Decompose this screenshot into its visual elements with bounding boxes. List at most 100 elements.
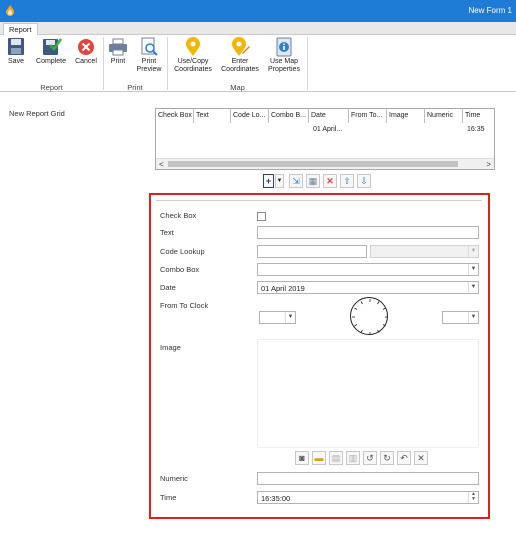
chevron-down-icon: ▼: [285, 312, 295, 323]
move-down-button[interactable]: ⇩: [357, 174, 371, 188]
scroll-left-icon[interactable]: <: [159, 160, 164, 169]
grid-column-header[interactable]: Text: [194, 109, 231, 123]
complete-label: Complete: [36, 58, 66, 65]
time-label: Time: [160, 493, 177, 502]
print-preview-button[interactable]: Print Preview: [134, 37, 164, 74]
check-box-input[interactable]: [257, 212, 266, 221]
panel-divider: [156, 200, 482, 201]
enter-coordinates-label-1: Enter: [231, 58, 249, 65]
to-time-select[interactable]: ▼: [442, 311, 479, 324]
grid-column-header[interactable]: Code Lo...: [231, 109, 269, 123]
grid-column-header[interactable]: Combo B...: [269, 109, 309, 123]
scroll-right-icon[interactable]: >: [486, 160, 491, 169]
grid-cell-time[interactable]: 16:35: [467, 126, 485, 133]
print-button[interactable]: Print: [106, 37, 130, 66]
camera-icon: ◙: [299, 453, 305, 463]
scrollbar-thumb[interactable]: [168, 161, 458, 167]
copy-image-button[interactable]: ▤: [329, 451, 343, 465]
cancel-icon: [78, 39, 94, 55]
pin-icon: [186, 37, 200, 56]
report-grid[interactable]: Check Box Text Code Lo... Combo B... Dat…: [155, 108, 495, 170]
rotate-right-button[interactable]: ↻: [380, 451, 394, 465]
close-icon: ✕: [417, 453, 425, 463]
grid-view-button[interactable]: ▦: [306, 174, 320, 188]
table-icon: ▦: [308, 176, 318, 186]
text-label: Text: [160, 228, 174, 237]
check-box-label: Check Box: [160, 211, 197, 220]
add-row-button[interactable]: +: [263, 174, 274, 188]
save-button[interactable]: Save: [4, 37, 28, 66]
image-label: Image: [160, 343, 181, 352]
time-input[interactable]: 16:35:00 ▲ ▼: [257, 491, 479, 504]
rotate-left-icon: ↺: [366, 453, 374, 463]
cancel-button[interactable]: Cancel: [73, 37, 99, 66]
import-button[interactable]: ⇲: [289, 174, 303, 188]
grid-column-header[interactable]: Date: [309, 109, 349, 123]
map-properties-label-2: Properties: [268, 66, 300, 73]
cancel-label: Cancel: [75, 58, 97, 65]
grid-column-header[interactable]: From To...: [349, 109, 387, 123]
group-label-print: Print: [127, 83, 143, 92]
enter-coordinates-label-2: Coordinates: [221, 66, 259, 73]
numeric-label: Numeric: [160, 474, 188, 483]
complete-button[interactable]: Complete: [34, 37, 68, 66]
use-copy-label-2: Coordinates: [174, 66, 212, 73]
delete-row-button[interactable]: ✕: [323, 174, 337, 188]
grid-column-header[interactable]: Numeric: [425, 109, 463, 123]
time-value: 16:35:00: [261, 494, 291, 503]
clear-image-button[interactable]: ✕: [414, 451, 428, 465]
spin-icon[interactable]: ▲ ▼: [468, 492, 478, 503]
chevron-down-icon: ▼: [276, 178, 283, 184]
combo-box-select[interactable]: ▼: [257, 263, 479, 276]
grid-column-header[interactable]: Check Box: [156, 109, 194, 123]
grid-cell-date[interactable]: 01 April...: [313, 126, 342, 133]
clock-icon: [352, 299, 388, 335]
from-time-select[interactable]: ▼: [259, 311, 296, 324]
title-bar: New Form 1: [0, 0, 516, 22]
map-properties-label-1: Use Map: [269, 58, 298, 65]
use-map-properties-button[interactable]: Use Map Properties: [264, 37, 304, 74]
row-detail-panel: Check Box Text Code Lookup ▼ Combo Box ▼…: [149, 193, 490, 519]
chevron-down-icon: ▼: [468, 282, 478, 293]
enter-coordinates-button[interactable]: Enter Coordinates: [218, 37, 262, 74]
move-up-button[interactable]: ⇧: [340, 174, 354, 188]
date-picker[interactable]: 01 April 2019 ▼: [257, 281, 479, 294]
clock-face[interactable]: [350, 297, 388, 335]
grid-column-header[interactable]: Image: [387, 109, 425, 123]
folder-icon: ▬: [314, 453, 324, 463]
text-input[interactable]: [257, 226, 479, 239]
grid-column-header[interactable]: Time: [463, 109, 494, 123]
use-copy-coordinates-button[interactable]: Use/Copy Coordinates: [171, 37, 215, 74]
undo-image-button[interactable]: ↶: [397, 451, 411, 465]
grid-horizontal-scrollbar[interactable]: < >: [156, 158, 494, 169]
image-preview[interactable]: [257, 339, 479, 448]
app-flame-icon: [6, 5, 14, 16]
date-value: 01 April 2019: [261, 284, 305, 293]
add-dropdown-button[interactable]: ▼: [275, 174, 284, 188]
paste-image-button[interactable]: ▥: [346, 451, 360, 465]
printer-icon: [109, 38, 127, 56]
rotate-right-icon: ↻: [383, 453, 391, 463]
report-grid-label: New Report Grid: [9, 109, 65, 118]
ribbon: Save Complete Cancel Report Print Print …: [0, 35, 516, 92]
date-label: Date: [160, 283, 176, 292]
group-separator: [103, 37, 104, 90]
print-preview-label-1: Print: [141, 58, 157, 65]
arrow-down-icon: ⇩: [360, 176, 368, 186]
capture-image-button[interactable]: ◙: [295, 451, 309, 465]
plus-icon: +: [265, 176, 272, 186]
group-separator: [307, 37, 308, 90]
rotate-left-button[interactable]: ↺: [363, 451, 377, 465]
open-image-button[interactable]: ▬: [312, 451, 326, 465]
group-label-report: Report: [40, 83, 63, 92]
code-lookup-dropdown[interactable]: ▼: [370, 245, 479, 258]
grid-header: Check Box Text Code Lo... Combo B... Dat…: [156, 109, 494, 123]
info-icon: [276, 37, 292, 57]
window-title: New Form 1: [468, 6, 512, 15]
code-lookup-input[interactable]: [257, 245, 367, 258]
numeric-input[interactable]: [257, 472, 479, 485]
save-label: Save: [8, 58, 24, 65]
print-preview-label-2: Preview: [136, 66, 162, 73]
use-copy-label-1: Use/Copy: [177, 58, 209, 65]
complete-icon: [43, 38, 62, 55]
